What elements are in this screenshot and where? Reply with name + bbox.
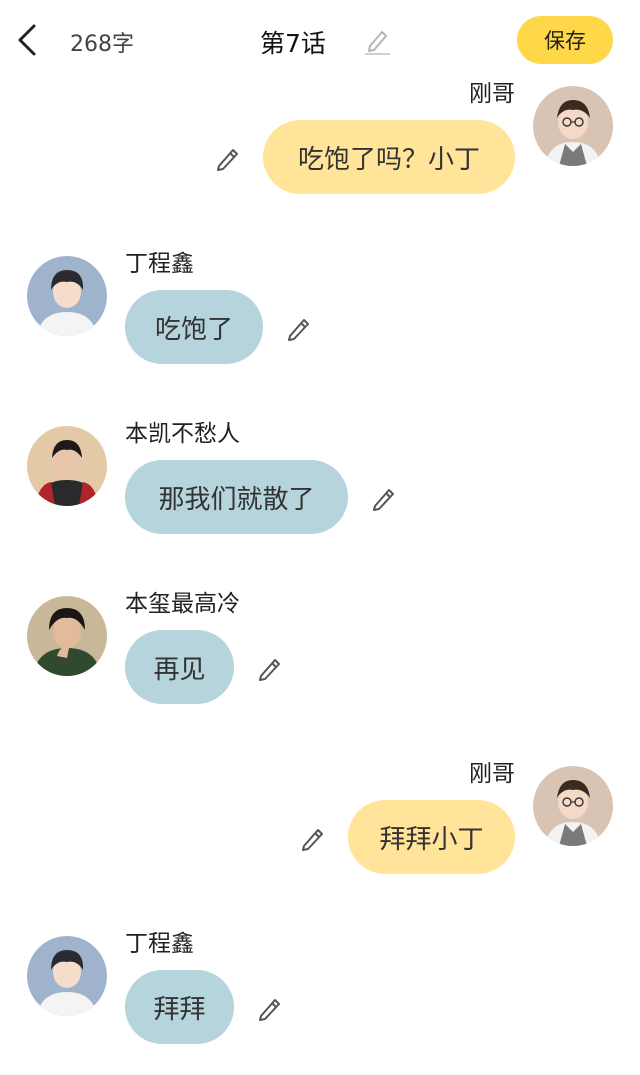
pencil-icon xyxy=(365,31,390,55)
edit-message-button[interactable] xyxy=(370,484,398,512)
message-bubble[interactable]: 拜拜小丁 xyxy=(348,800,515,874)
pencil-icon xyxy=(288,319,309,341)
edit-message-button[interactable] xyxy=(299,824,327,852)
avatar-image xyxy=(27,596,107,676)
pencil-icon xyxy=(373,489,394,511)
message-bubble[interactable]: 那我们就散了 xyxy=(125,460,348,534)
message-bubble[interactable]: 再见 xyxy=(125,630,234,704)
avatar-image xyxy=(27,256,107,336)
sender-name: 本玺最高冷 xyxy=(125,591,240,617)
avatar[interactable] xyxy=(27,256,107,336)
save-button[interactable]: 保存 xyxy=(517,16,613,64)
avatar[interactable] xyxy=(533,86,613,166)
back-button[interactable] xyxy=(10,20,46,60)
avatar[interactable] xyxy=(27,596,107,676)
avatar[interactable] xyxy=(533,766,613,846)
message-bubble[interactable]: 吃饱了 xyxy=(125,290,263,364)
sender-name: 刚哥 xyxy=(469,81,515,107)
edit-message-button[interactable] xyxy=(256,994,284,1022)
message-bubble[interactable]: 吃饱了吗？小丁 xyxy=(263,120,515,194)
avatar-image xyxy=(533,766,613,846)
edit-message-button[interactable] xyxy=(285,314,313,342)
message-bubble[interactable]: 拜拜 xyxy=(125,970,234,1044)
avatar-image xyxy=(27,426,107,506)
avatar-image xyxy=(533,86,613,166)
word-count: 268字 xyxy=(70,32,134,57)
pencil-icon xyxy=(302,829,323,851)
avatar[interactable] xyxy=(27,426,107,506)
avatar[interactable] xyxy=(27,936,107,1016)
edit-message-button[interactable] xyxy=(214,144,242,172)
sender-name: 刚哥 xyxy=(469,761,515,787)
avatar-image xyxy=(27,936,107,1016)
chapter-title: 第7话 xyxy=(260,29,326,58)
top-bar: 268字 第7话 保存 xyxy=(0,0,640,80)
pencil-icon xyxy=(259,999,280,1021)
edit-title-button[interactable] xyxy=(362,24,392,56)
sender-name: 丁程鑫 xyxy=(125,931,194,957)
edit-message-button[interactable] xyxy=(256,654,284,682)
pencil-icon xyxy=(259,659,280,681)
chevron-left-icon xyxy=(18,24,36,56)
pencil-icon xyxy=(217,149,238,171)
chat-editor-page: 268字 第7话 保存 刚哥 吃饱了吗？小丁 丁程鑫 吃饱了 本凯不愁人 那我们… xyxy=(0,0,640,1075)
sender-name: 本凯不愁人 xyxy=(125,421,240,447)
sender-name: 丁程鑫 xyxy=(125,251,194,277)
